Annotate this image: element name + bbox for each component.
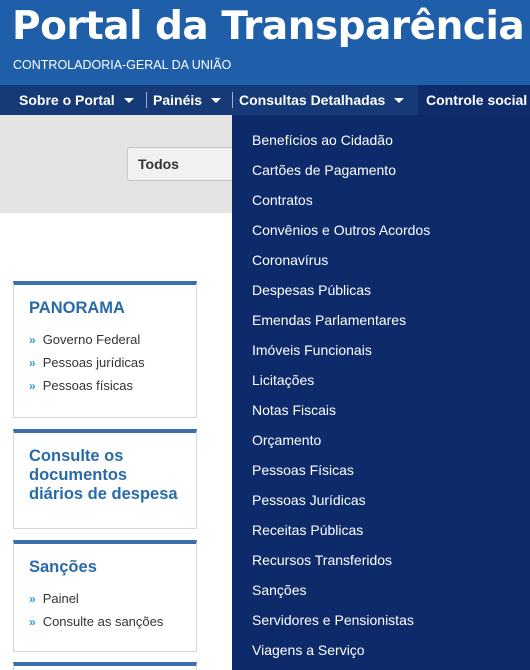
menu-item-receitas[interactable]: Receitas Públicas (252, 522, 363, 538)
consultas-dropdown-menu: Benefícios ao Cidadão Cartões de Pagamen… (232, 115, 530, 670)
site-title[interactable]: Portal da Transparência (12, 4, 525, 49)
sancoes-links: » Painel » Consulte as sanções (29, 587, 196, 633)
site-header: Portal da Transparência CONTROLADORIA-GE… (0, 0, 530, 85)
link-label: Painel (42, 591, 79, 606)
link-label: Pessoas físicas (42, 378, 134, 393)
list-item[interactable]: » Governo Federal (29, 328, 196, 351)
menu-item-licitacoes[interactable]: Licitações (252, 372, 314, 388)
nav-item-label: Controle social (426, 92, 528, 108)
menu-item-imoveis[interactable]: Imóveis Funcionais (252, 342, 372, 358)
nav-separator (146, 92, 147, 108)
list-item[interactable]: » Consulte as sanções (29, 610, 196, 633)
page: Portal da Transparência CONTROLADORIA-GE… (0, 0, 530, 670)
menu-item-orcamento[interactable]: Orçamento (252, 432, 321, 448)
menu-item-pessoas-fisicas[interactable]: Pessoas Físicas (252, 462, 354, 478)
double-chevron-right-icon: » (29, 332, 36, 347)
double-chevron-right-icon: » (29, 614, 36, 629)
nav-item-paineis[interactable]: Painéis (153, 85, 222, 115)
main-nav: Sobre o Portal Painéis Consultas Detalha… (0, 85, 530, 115)
next-card (13, 662, 197, 670)
nav-item-consultas-detalhadas[interactable]: Consultas Detalhadas (239, 85, 405, 115)
panorama-title: PANORAMA (29, 299, 125, 317)
nav-item-label: Consultas Detalhadas (239, 92, 386, 108)
title-line: diários de despesa (29, 485, 178, 503)
site-subtitle: CONTROLADORIA-GERAL DA UNIÃO (13, 58, 232, 72)
double-chevron-right-icon: » (29, 378, 36, 393)
double-chevron-right-icon: » (29, 355, 36, 370)
nav-item-label: Sobre o Portal (19, 92, 115, 108)
title-line: documentos (29, 466, 128, 484)
title-line: Consulte os (29, 447, 124, 465)
nav-item-label: Painéis (153, 92, 203, 108)
menu-item-despesas[interactable]: Despesas Públicas (252, 282, 371, 298)
caret-down-icon (394, 97, 405, 103)
list-item[interactable]: » Pessoas jurídicas (29, 351, 196, 374)
caret-down-icon (123, 97, 134, 103)
nav-separator (232, 92, 233, 108)
menu-item-cartoes[interactable]: Cartões de Pagamento (252, 162, 396, 178)
link-label: Governo Federal (42, 332, 141, 347)
link-label: Consulte as sanções (42, 614, 164, 629)
nav-item-sobre-o-portal[interactable]: Sobre o Portal (19, 85, 134, 115)
menu-item-convenios[interactable]: Convênios e Outros Acordos (252, 222, 430, 238)
double-chevron-right-icon: » (29, 591, 36, 606)
menu-item-servidores[interactable]: Servidores e Pensionistas (252, 612, 414, 628)
menu-item-recursos[interactable]: Recursos Transferidos (252, 552, 392, 568)
sancoes-card: Sanções » Painel » Consulte as sanções (13, 540, 197, 652)
menu-item-coronavirus[interactable]: Coronavírus (252, 252, 328, 268)
menu-item-sancoes[interactable]: Sanções (252, 582, 306, 598)
list-item[interactable]: » Pessoas físicas (29, 374, 196, 397)
sancoes-title: Sanções (29, 558, 97, 576)
menu-item-notas-fiscais[interactable]: Notas Fiscais (252, 402, 336, 418)
documentos-title: Consulte os documentos diários de despes… (29, 447, 196, 504)
nav-item-controle-social[interactable]: Controle social (418, 85, 530, 115)
menu-item-pessoas-juridicas[interactable]: Pessoas Jurídicas (252, 492, 366, 508)
menu-item-viagens[interactable]: Viagens a Serviço (252, 642, 365, 658)
caret-down-icon (211, 97, 222, 103)
menu-item-emendas[interactable]: Emendas Parlamentares (252, 312, 406, 328)
panorama-links: » Governo Federal » Pessoas jurídicas » Pes… (29, 328, 196, 397)
list-item[interactable]: » Painel (29, 587, 196, 610)
documentos-card[interactable]: Consulte os documentos diários de despes… (13, 429, 197, 529)
link-label: Pessoas jurídicas (42, 355, 145, 370)
menu-item-contratos[interactable]: Contratos (252, 192, 313, 208)
panorama-card: PANORAMA » Governo Federal » Pessoas juríd… (13, 281, 197, 418)
menu-item-beneficios[interactable]: Benefícios ao Cidadão (252, 132, 393, 148)
